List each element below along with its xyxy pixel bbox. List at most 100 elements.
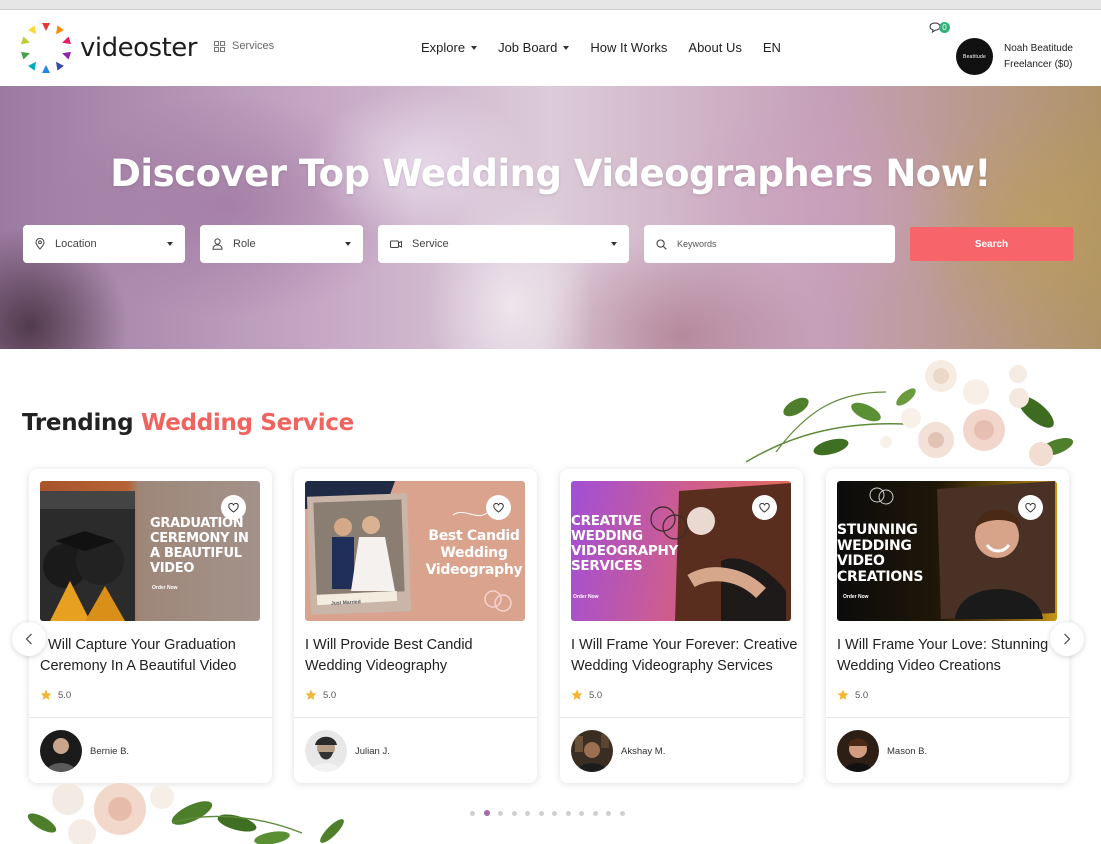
nav-item-how-it-works[interactable]: How It Works xyxy=(590,40,667,55)
service-title[interactable]: I Will Provide Best Candid Wedding Video… xyxy=(305,635,533,677)
star-icon xyxy=(40,689,52,700)
site-header: videoster Services Explore Job Board How… xyxy=(0,10,1101,86)
thumbnail-text: Best Candid Wedding Videography xyxy=(425,528,523,578)
role-select[interactable]: Role xyxy=(200,225,363,263)
thumbnail-text: Stunning Wedding Video Creations xyxy=(837,522,924,585)
language-selector[interactable]: EN xyxy=(763,40,781,55)
star-icon xyxy=(837,689,849,700)
hero-banner: Discover Top Wedding Videographers Now! … xyxy=(0,86,1101,349)
carousel-dot[interactable] xyxy=(592,810,598,816)
service-card[interactable]: Creative Wedding Videography Services Or… xyxy=(560,469,803,783)
location-select[interactable]: Location xyxy=(23,225,185,263)
nav-item-label: EN xyxy=(762,40,781,55)
favorite-button[interactable] xyxy=(221,495,246,520)
user-menu[interactable]: Beatitude Noah Beatitude Freelancer ($0) xyxy=(956,38,1073,75)
carousel-dot[interactable] xyxy=(538,810,544,816)
nav-item-label: About Us xyxy=(688,40,742,55)
seller-info[interactable]: Bernie B. xyxy=(40,730,129,772)
star-icon xyxy=(305,689,317,700)
chevron-right-icon xyxy=(1064,633,1071,645)
seller-name: Bernie B. xyxy=(90,745,130,757)
service-title[interactable]: I Will Frame Your Forever: Creative Wedd… xyxy=(571,635,799,677)
seller-info[interactable]: Akshay M. xyxy=(571,730,665,772)
user-avatar: Beatitude xyxy=(956,38,993,75)
carousel-dot[interactable] xyxy=(483,810,490,816)
flower-garland-decoration xyxy=(27,783,344,844)
heart-icon xyxy=(759,502,770,513)
title-prefix: Trending xyxy=(22,410,134,436)
avatar xyxy=(571,730,613,772)
flower-bouquet-decoration xyxy=(745,360,1074,466)
service-rating: 5.0 xyxy=(571,689,602,701)
brand-logo[interactable]: videoster xyxy=(18,20,197,76)
avatar xyxy=(837,730,879,772)
service-rating: 5.0 xyxy=(40,689,71,701)
caret-down-icon xyxy=(345,242,351,246)
carousel-dot[interactable] xyxy=(552,810,557,816)
card-divider xyxy=(560,717,803,718)
caret-down-icon xyxy=(167,242,173,246)
carousel-prev-button[interactable] xyxy=(12,622,46,656)
search-button[interactable]: Search xyxy=(910,227,1073,261)
carousel-dot[interactable] xyxy=(619,810,625,816)
service-title[interactable]: I Will Capture Your Graduation Ceremony … xyxy=(40,635,268,677)
graduation-photo xyxy=(40,491,135,621)
carousel-dot[interactable] xyxy=(579,810,584,816)
star-icon xyxy=(571,689,583,700)
service-thumbnail[interactable]: Creative Wedding Videography Services Or… xyxy=(571,481,791,621)
thumbnail-order-text: Order Now xyxy=(843,594,869,600)
keywords-input[interactable] xyxy=(677,239,877,249)
nav-item-label: Explore xyxy=(421,40,466,55)
service-select[interactable]: Service xyxy=(378,225,629,263)
favorite-button[interactable] xyxy=(752,495,777,520)
videoster-logo-icon xyxy=(20,23,72,73)
carousel-dot[interactable] xyxy=(470,810,475,816)
service-label: Service xyxy=(412,238,449,250)
favorite-button[interactable] xyxy=(486,495,511,520)
user-icon xyxy=(212,238,223,250)
thumbnail-order-text: Order Now xyxy=(152,585,178,591)
messages-button[interactable]: 0 xyxy=(929,22,950,33)
favorite-button[interactable] xyxy=(1018,495,1043,520)
carousel-dot[interactable] xyxy=(565,810,571,816)
user-role: Freelancer ($0) xyxy=(1004,58,1073,70)
caret-down-icon xyxy=(611,242,617,246)
carousel-next-button[interactable] xyxy=(1050,622,1084,656)
hero-title: Discover Top Wedding Videographers Now! xyxy=(110,152,991,195)
caret-down-icon xyxy=(471,46,478,50)
message-count-badge: 0 xyxy=(939,22,950,33)
card-divider xyxy=(29,717,272,718)
nav-item-label: Job Board xyxy=(498,40,558,55)
avatar-logo-text: Beatitude xyxy=(963,53,986,60)
services-label: Services xyxy=(232,40,275,52)
location-label: Location xyxy=(55,238,97,250)
carousel-dot[interactable] xyxy=(511,810,517,816)
service-thumbnail[interactable]: Graduation Ceremony In A Beautiful Video… xyxy=(40,481,260,621)
service-card[interactable]: Best Candid Wedding Videography Just Mar… xyxy=(294,469,537,783)
nav-item-job-board[interactable]: Job Board xyxy=(498,40,570,55)
service-card[interactable]: Stunning Wedding Video Creations Order N… xyxy=(826,469,1069,783)
seller-info[interactable]: Julian J. xyxy=(305,730,390,772)
seller-name: Akshay M. xyxy=(621,745,666,757)
carousel-dot[interactable] xyxy=(606,810,611,816)
service-card[interactable]: Graduation Ceremony In A Beautiful Video… xyxy=(29,469,272,783)
service-thumbnail[interactable]: Stunning Wedding Video Creations Order N… xyxy=(837,481,1057,621)
keywords-field[interactable] xyxy=(644,225,895,263)
heart-icon xyxy=(1025,502,1036,513)
nav-item-explore[interactable]: Explore xyxy=(421,40,478,55)
trending-section-title: Trending Wedding Service xyxy=(22,410,354,436)
service-title[interactable]: I Will Frame Your Love: Stunning Wedding… xyxy=(837,635,1065,677)
nav-item-label: How It Works xyxy=(590,40,668,55)
services-menu-link[interactable]: Services xyxy=(214,40,274,52)
seller-info[interactable]: Mason B. xyxy=(837,730,927,772)
seller-name: Mason B. xyxy=(887,745,928,757)
nav-item-about-us[interactable]: About Us xyxy=(688,40,741,55)
carousel-dot[interactable] xyxy=(525,810,530,816)
carousel-dot[interactable] xyxy=(498,810,503,816)
brand-name: videoster xyxy=(80,33,197,63)
thumbnail-text: Graduation Ceremony In A Beautiful Video xyxy=(150,516,249,576)
map-pin-icon xyxy=(35,238,45,250)
service-thumbnail[interactable]: Best Candid Wedding Videography Just Mar… xyxy=(305,481,525,621)
heart-icon xyxy=(493,502,504,513)
browser-chrome-strip xyxy=(0,0,1101,10)
